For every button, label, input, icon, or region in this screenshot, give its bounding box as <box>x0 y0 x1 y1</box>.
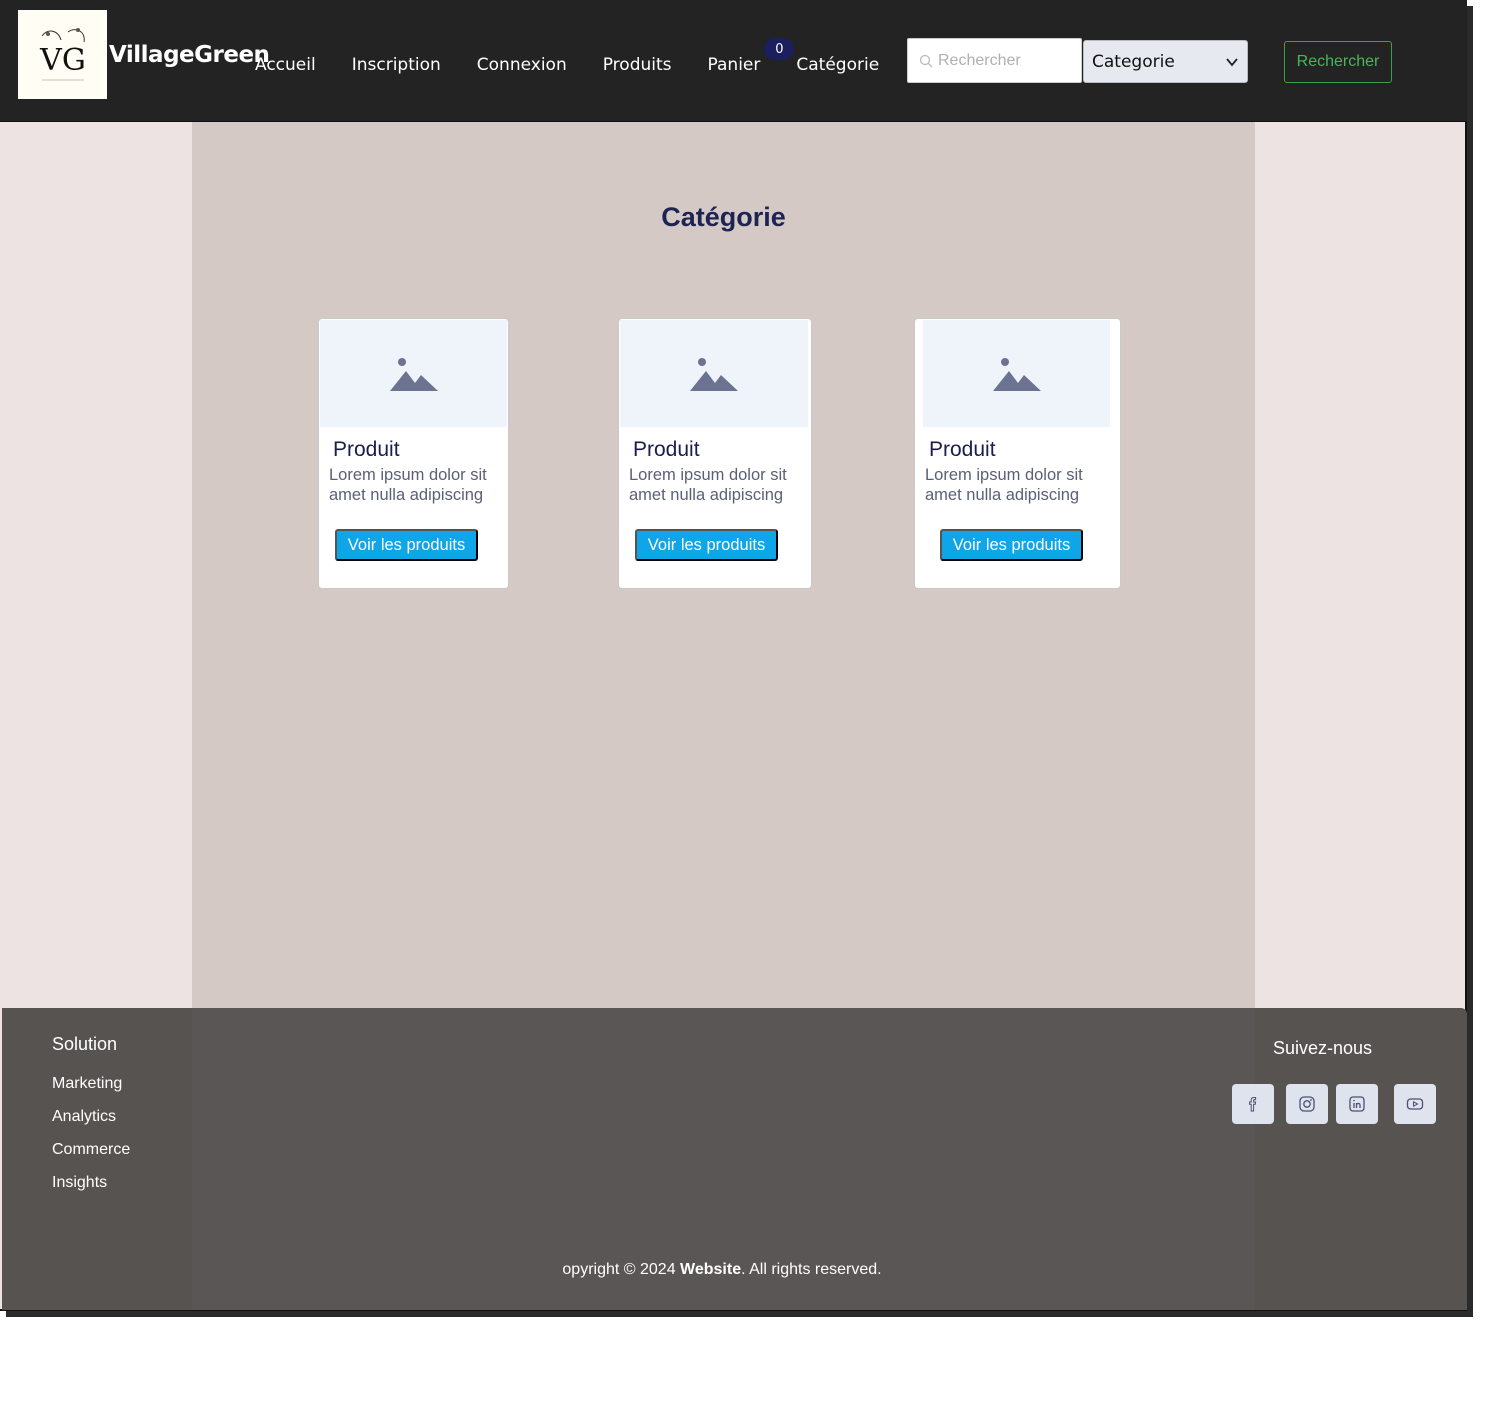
nav-panier-label: Panier <box>707 55 761 75</box>
category-select[interactable]: Categorie <box>1083 40 1248 83</box>
image-placeholder-icon <box>690 357 738 391</box>
card-title: Produit <box>929 438 996 461</box>
footer-link-insights[interactable]: Insights <box>52 1174 130 1192</box>
nav-categorie[interactable]: Catégorie <box>796 55 879 75</box>
search-input[interactable] <box>938 51 1078 70</box>
footer-link-marketing[interactable]: Marketing <box>52 1075 130 1093</box>
main-content: Catégorie Produit Lorem ipsum dolor sit … <box>192 122 1255 1008</box>
social-linkedin-button[interactable] <box>1336 1084 1378 1124</box>
copyright-suffix: . All rights reserved. <box>741 1261 882 1278</box>
instagram-icon <box>1299 1096 1315 1112</box>
card-title: Produit <box>333 438 400 461</box>
logo[interactable]: VG <box>18 10 107 99</box>
card-image <box>620 320 808 427</box>
category-card: Produit Lorem ipsum dolor sit amet nulla… <box>914 318 1121 589</box>
nav-connexion[interactable]: Connexion <box>477 55 567 75</box>
social-facebook-button[interactable] <box>1232 1084 1274 1124</box>
page-title: Catégorie <box>661 202 786 232</box>
view-products-button[interactable]: Voir les produits <box>635 529 778 561</box>
footer-follow-heading: Suivez-nous <box>1273 1038 1373 1058</box>
svg-text:VG: VG <box>39 43 86 78</box>
image-placeholder-icon <box>992 357 1041 391</box>
nav-produits[interactable]: Produits <box>603 55 672 75</box>
brand-name[interactable]: VillageGreen <box>109 42 270 68</box>
category-card: Produit Lorem ipsum dolor sit amet nulla… <box>618 318 812 589</box>
copyright-text: opyright © 2024 Website. All rights rese… <box>2 1261 1442 1279</box>
nav-links: Accueil Inscription Connexion Produits P… <box>255 38 915 75</box>
card-image <box>923 320 1110 427</box>
copyright-prefix: opyright © 2024 <box>562 1261 681 1278</box>
nav-inscription[interactable]: Inscription <box>352 55 441 75</box>
category-select-value: Categorie <box>1092 51 1175 72</box>
card-description: Lorem ipsum dolor sit amet nulla adipisc… <box>629 466 787 504</box>
image-placeholder-icon <box>389 357 438 391</box>
footer-solution-heading: Solution <box>52 1034 118 1054</box>
card-description: Lorem ipsum dolor sit amet nulla adipisc… <box>925 466 1083 504</box>
nav-accueil[interactable]: Accueil <box>255 55 316 75</box>
nav-panier[interactable]: Panier 0 <box>707 38 795 75</box>
card-description: Lorem ipsum dolor sit amet nulla adipisc… <box>329 466 487 504</box>
search-box[interactable] <box>907 38 1082 83</box>
footer-link-commerce[interactable]: Commerce <box>52 1141 130 1159</box>
cart-count-badge: 0 <box>764 38 795 60</box>
village-green-logo-icon: VG <box>39 27 86 80</box>
card-title: Produit <box>633 438 700 461</box>
navbar: VG VillageGreen Accueil Inscription Conn… <box>0 0 1467 122</box>
app-window: VG VillageGreen Accueil Inscription Conn… <box>0 0 1467 1311</box>
footer: Solution Marketing Analytics Commerce In… <box>2 1008 1467 1310</box>
view-products-button[interactable]: Voir les produits <box>940 529 1083 561</box>
category-card: Produit Lorem ipsum dolor sit amet nulla… <box>318 318 509 589</box>
youtube-icon <box>1406 1098 1424 1110</box>
view-products-button[interactable]: Voir les produits <box>335 529 478 561</box>
copyright-site: Website <box>680 1261 742 1278</box>
social-youtube-button[interactable] <box>1394 1084 1436 1124</box>
search-button[interactable]: Rechercher <box>1284 41 1392 83</box>
card-image <box>320 320 507 427</box>
social-instagram-button[interactable] <box>1286 1084 1328 1124</box>
footer-solution-column: Solution Marketing Analytics Commerce In… <box>52 1034 130 1207</box>
search-icon <box>919 54 933 67</box>
linkedin-icon <box>1349 1096 1365 1112</box>
facebook-icon <box>1249 1097 1257 1112</box>
chevron-down-icon <box>1226 58 1238 67</box>
footer-link-analytics[interactable]: Analytics <box>52 1108 130 1126</box>
